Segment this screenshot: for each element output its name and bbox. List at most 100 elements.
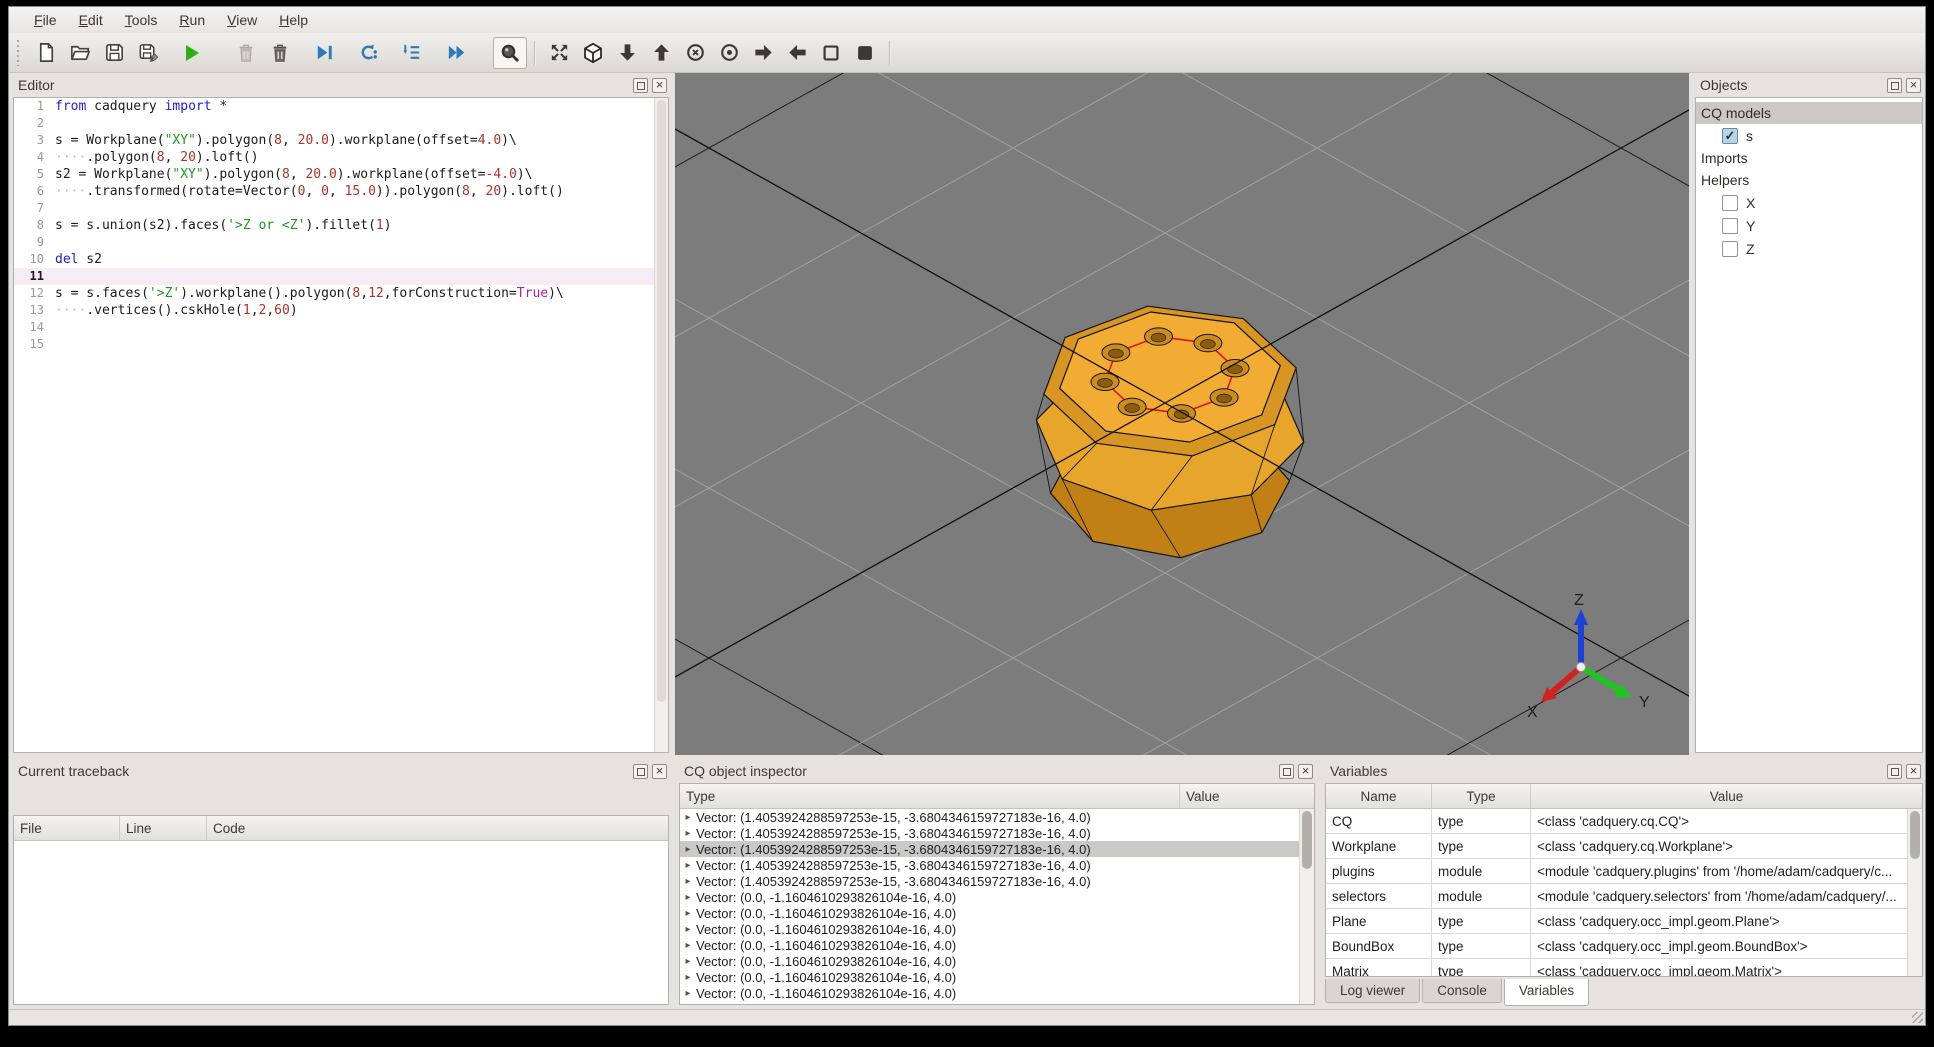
inspector-col-type[interactable]: Type (680, 784, 1180, 808)
tab-log-viewer[interactable]: Log viewer (1325, 979, 1421, 1003)
front-view-button[interactable] (678, 37, 712, 69)
variables-col-value[interactable]: Value (1531, 784, 1922, 808)
expand-arrow-icon[interactable]: ▸ (680, 988, 696, 999)
code-line[interactable]: 8 s = s.union(s2).faces('>Z or <Z').fille… (14, 217, 668, 234)
toolbar-drag-handle[interactable] (15, 39, 23, 66)
menu-help[interactable]: Help (268, 9, 319, 31)
traceback-float-icon[interactable] (633, 763, 648, 779)
traceback-col-line[interactable]: Line (120, 816, 207, 840)
new-file-button[interactable] (29, 37, 63, 69)
menu-tools[interactable]: Tools (114, 9, 169, 31)
inspector-row[interactable]: ▸Vector: (0.0, -1.1604610293826104e-16, … (680, 953, 1300, 969)
step-button[interactable] (395, 37, 429, 69)
variables-float-icon[interactable] (1887, 763, 1902, 779)
tree-item-s[interactable]: ✓ s (1696, 124, 1922, 147)
expand-arrow-icon[interactable]: ▸ (680, 828, 696, 839)
restart-debug-button[interactable] (351, 37, 385, 69)
tree-item-z[interactable]: Z (1696, 237, 1922, 260)
save-button[interactable] (97, 37, 131, 69)
inspector-col-value[interactable]: Value (1180, 784, 1314, 808)
variable-row[interactable]: Matrix type <class 'cadquery.occ_impl.geom… (1326, 959, 1908, 976)
inspector-scrollbar[interactable] (1299, 809, 1314, 1004)
menu-run[interactable]: Run (168, 9, 216, 31)
inspector-row[interactable]: ▸ Vector: (1.4053924288597253e-15, -3.680… (680, 809, 1300, 825)
code-line[interactable]: 11 (14, 268, 668, 285)
expand-arrow-icon[interactable]: ▸ (680, 892, 696, 903)
code-line[interactable]: 3 s = Workplane("XY").polygon(8, 20.0).wo… (14, 132, 668, 149)
inspector-row[interactable]: ▸Vector: (0.0, -1.1604610293826104e-16, … (680, 985, 1300, 1001)
code-line[interactable]: 14 (14, 319, 668, 336)
inspector-row[interactable]: ▸Vector: (0.0, -1.1604610293826104e-16, … (680, 969, 1300, 985)
variable-row[interactable]: CQ type <class 'cadquery.cq.CQ'> (1326, 809, 1908, 834)
objects-float-icon[interactable] (1887, 77, 1902, 93)
code-line[interactable]: 7 (14, 200, 668, 217)
expand-arrow-icon[interactable]: ▸ (680, 908, 696, 919)
left-view-button[interactable] (780, 37, 814, 69)
right-view-button[interactable] (746, 37, 780, 69)
variable-row[interactable]: BoundBox type <class 'cadquery.occ_impl.ge… (1326, 934, 1908, 959)
inspector-float-icon[interactable] (1279, 763, 1294, 779)
tree-group-cq-models[interactable]: CQ models (1696, 102, 1922, 124)
variable-row[interactable]: Workplane type <class 'cadquery.cq.Workpla… (1326, 834, 1908, 859)
expand-arrow-icon[interactable]: ▸ (680, 860, 696, 871)
debug-button[interactable] (307, 37, 341, 69)
traceback-close-icon[interactable] (652, 763, 667, 779)
code-line[interactable]: 12 s = s.faces('>Z').workplane().polygon(… (14, 285, 668, 302)
inspector-row[interactable]: ▸ Vector: (1.4053924288597253e-15, -3.680… (680, 841, 1300, 857)
3d-viewport[interactable]: Z X Y (675, 73, 1689, 755)
delete-button[interactable] (263, 37, 297, 69)
variable-row[interactable]: Plane type <class 'cadquery.occ_impl.geom.… (1326, 909, 1908, 934)
inspector-row[interactable]: ▸Vector: (0.0, -1.1604610293826104e-16, … (680, 905, 1300, 921)
inspector-row[interactable]: ▸Vector: (0.0, -1.1604610293826104e-16, … (680, 921, 1300, 937)
expand-arrow-icon[interactable]: ▸ (680, 956, 696, 967)
variable-row[interactable]: selectors module <module 'cadquery.selecto… (1326, 884, 1908, 909)
traceback-col-file[interactable]: File (14, 816, 120, 840)
expand-arrow-icon[interactable]: ▸ (680, 876, 696, 887)
inspector-close-icon[interactable] (1298, 763, 1313, 779)
code-line[interactable]: 1 from cadquery import * (14, 98, 668, 115)
inspect-button[interactable] (493, 36, 527, 69)
traceback-col-code[interactable]: Code (207, 816, 668, 840)
inspector-row[interactable]: ▸ Vector: (1.4053924288597253e-15, -3.680… (680, 857, 1300, 873)
tree-item-x[interactable]: X (1696, 191, 1922, 214)
tab-variables[interactable]: Variables (1503, 979, 1590, 1006)
wireframe-button[interactable] (814, 37, 848, 69)
menu-edit[interactable]: Edit (68, 9, 114, 31)
open-button[interactable] (63, 37, 97, 69)
editor-scrollbar[interactable] (654, 98, 668, 752)
expand-arrow-icon[interactable]: ▸ (680, 812, 696, 823)
inspector-row[interactable]: ▸Vector: (0.0, -1.1604610293826104e-16, … (680, 937, 1300, 953)
inspector-row[interactable]: ▸Vector: (0.0, -1.1604610293826104e-16, … (680, 889, 1300, 905)
tree-group-helpers[interactable]: Helpers (1696, 169, 1922, 191)
inspector-row[interactable]: ▸Vector: (0.0, -1.1604610293826104e-16, … (680, 1001, 1300, 1005)
checkbox-x[interactable] (1722, 194, 1738, 211)
code-line[interactable]: 13 ····.vertices().cskHole(1,2,60) (14, 302, 668, 319)
expand-arrow-icon[interactable]: ▸ (680, 924, 696, 935)
clear-button[interactable] (229, 37, 263, 69)
tree-item-y[interactable]: Y (1696, 214, 1922, 237)
code-line[interactable]: 2 (14, 115, 668, 132)
tab-console[interactable]: Console (1422, 979, 1502, 1003)
iso-view-button[interactable] (576, 37, 610, 69)
code-line[interactable]: 5 s2 = Workplane("XY").polygon(8, 20.0).w… (14, 166, 668, 183)
objects-close-icon[interactable] (1906, 77, 1921, 93)
code-line[interactable]: 4 ····.polygon(8, 20).loft() (14, 149, 668, 166)
variable-row[interactable]: plugins module <module 'cadquery.plugins' … (1326, 859, 1908, 884)
expand-arrow-icon[interactable]: ▸ (680, 940, 696, 951)
bottom-view-button[interactable] (644, 37, 678, 69)
variables-scrollbar[interactable] (1907, 809, 1922, 976)
top-view-button[interactable] (610, 37, 644, 69)
menu-file[interactable]: File (23, 9, 68, 31)
shaded-button[interactable] (848, 37, 882, 69)
code-line[interactable]: 10 del s2 (14, 251, 668, 268)
continue-button[interactable] (439, 37, 473, 69)
variables-col-name[interactable]: Name (1326, 784, 1432, 808)
variables-col-type[interactable]: Type (1432, 784, 1531, 808)
code-editor[interactable]: 1 from cadquery import * 2 3 s = Workplane("… (13, 97, 669, 753)
menu-view[interactable]: View (216, 9, 268, 31)
editor-float-icon[interactable] (633, 77, 648, 93)
checkbox-z[interactable] (1722, 240, 1738, 257)
checkbox-y[interactable] (1722, 217, 1738, 234)
code-line[interactable]: 15 (14, 336, 668, 353)
save-as-button[interactable] (131, 37, 165, 69)
